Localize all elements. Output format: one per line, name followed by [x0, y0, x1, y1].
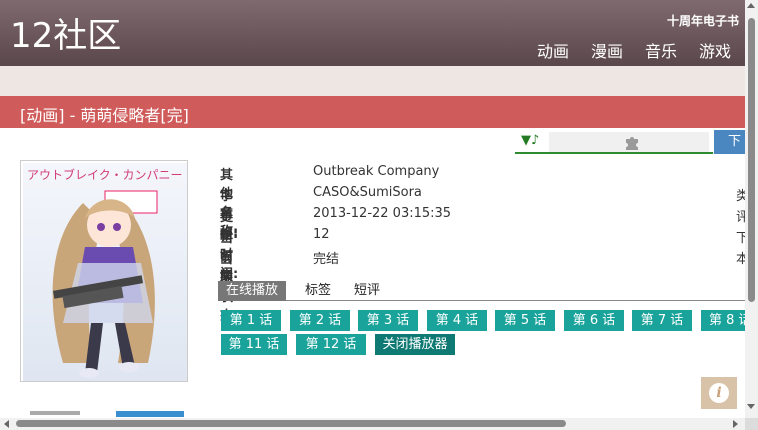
site-logo[interactable]: 12社区: [10, 14, 121, 58]
header-band: [0, 66, 745, 96]
music-player-icon[interactable]: ▼♪: [521, 133, 539, 148]
info-value: 完结: [313, 252, 340, 267]
nav-item-music[interactable]: 音乐: [645, 38, 677, 62]
episode-button-2[interactable]: 第 2 话: [290, 310, 350, 331]
tab-short-reviews[interactable]: 短评: [346, 281, 388, 301]
episode-button-7[interactable]: 第 7 话: [632, 310, 692, 331]
nav-item-manga[interactable]: 漫画: [591, 38, 623, 62]
bottom-tab-partial[interactable]: [116, 411, 184, 417]
info-value: CASO&SumiSora: [313, 185, 422, 200]
episode-button-8[interactable]: 第 8 话: [701, 310, 745, 331]
episode-button-4[interactable]: 第 4 话: [427, 310, 487, 331]
horizontal-scroll-thumb[interactable]: [16, 420, 566, 427]
tab-online-play[interactable]: 在线播放: [218, 281, 287, 301]
episode-button-11[interactable]: 第 11 话: [221, 334, 287, 355]
nav-item-anime[interactable]: 动画: [537, 38, 569, 62]
info-value: Outbreak Company: [313, 164, 440, 179]
info-button[interactable]: i: [701, 377, 737, 409]
episode-button-3[interactable]: 第 3 话: [358, 310, 418, 331]
title-bar: [动画] - 萌萌侵略者[完]: [0, 96, 745, 128]
info-value: 12: [313, 227, 330, 242]
page-title: [动画] - 萌萌侵略者[完]: [20, 106, 189, 125]
cover-illustration: アウトブレイク・カンパニー: [23, 163, 187, 381]
scroll-up-arrow-icon[interactable]: [747, 3, 755, 8]
episode-button-5[interactable]: 第 5 话: [495, 310, 555, 331]
close-player-button[interactable]: 关闭播放器: [375, 334, 455, 355]
vertical-scrollbar[interactable]: [745, 0, 758, 418]
cover-title-art: アウトブレイク・カンパニー: [27, 167, 183, 182]
episode-button-6[interactable]: 第 6 话: [564, 310, 624, 331]
plugin-area[interactable]: [549, 132, 709, 152]
scroll-down-arrow-icon[interactable]: [747, 404, 755, 409]
tab-bar: 在线播放 标签 短评: [218, 281, 745, 301]
info-icon: i: [709, 383, 729, 403]
bottom-link-partial[interactable]: [30, 411, 80, 415]
scrollbar-corner: [745, 418, 758, 430]
horizontal-scrollbar[interactable]: [0, 418, 745, 430]
vertical-scroll-thumb[interactable]: [748, 18, 755, 302]
page: 12社区 十周年电子书 动画 漫画 音乐 游戏 [动画] - 萌萌侵略者[完] …: [0, 0, 758, 430]
scroll-right-arrow-icon[interactable]: [733, 420, 738, 428]
nav-item-games[interactable]: 游戏: [699, 38, 731, 62]
episode-button-12[interactable]: 第 12 话: [296, 334, 366, 355]
scroll-left-arrow-icon[interactable]: [4, 420, 9, 428]
ebook-link[interactable]: 十周年电子书: [667, 12, 739, 29]
episode-button-1[interactable]: 第 1 话: [221, 310, 281, 331]
player-bar: ▼♪: [515, 130, 713, 154]
main-nav: 动画 漫画 音乐 游戏: [537, 38, 731, 62]
puzzle-piece-icon: [626, 137, 638, 150]
tab-tags[interactable]: 标签: [297, 281, 339, 301]
site-header: 12社区 十周年电子书 动画 漫画 音乐 游戏: [0, 0, 745, 66]
cover-image: アウトブレイク・カンパニー: [20, 160, 188, 382]
info-value: 2013-12-22 03:15:35: [313, 206, 452, 221]
